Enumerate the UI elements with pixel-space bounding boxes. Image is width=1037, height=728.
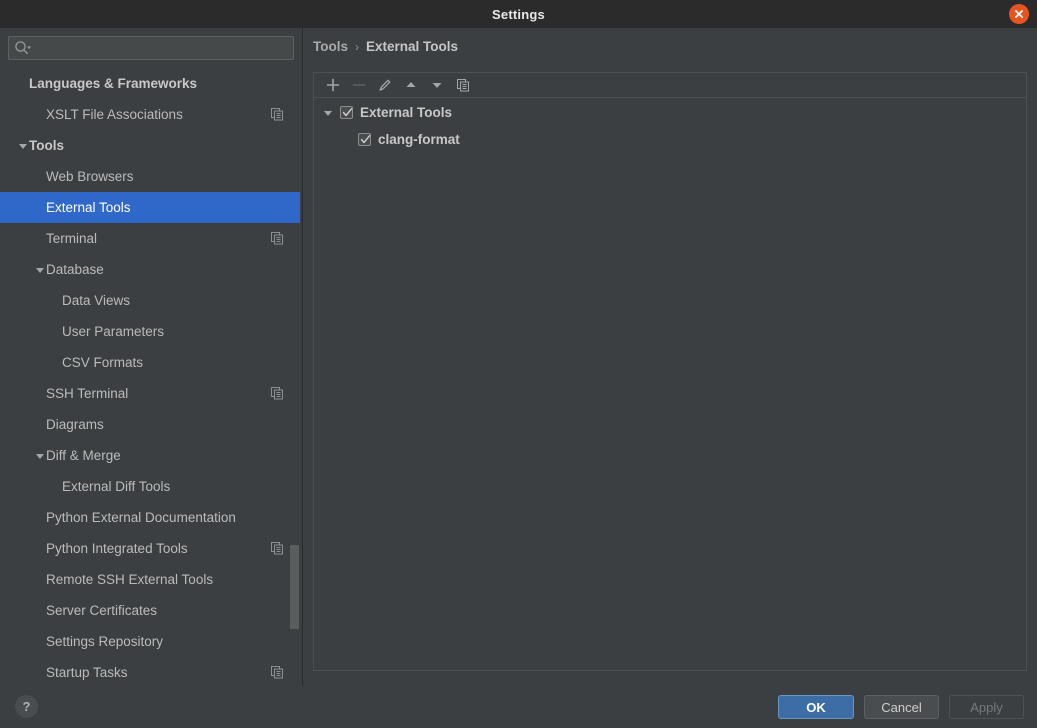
- sidebar-item-label: Server Certificates: [46, 603, 158, 618]
- edit-button[interactable]: [372, 74, 398, 96]
- tree-row[interactable]: clang-format: [314, 126, 1026, 153]
- tree-item-label: External Tools: [360, 105, 453, 120]
- sidebar-item-label: External Diff Tools: [62, 479, 171, 494]
- close-icon[interactable]: [1009, 4, 1029, 24]
- sidebar-item-label: Python Integrated Tools: [46, 541, 188, 556]
- copy-button[interactable]: [450, 74, 476, 96]
- apply-button: Apply: [949, 695, 1024, 719]
- sidebar-item-python-integrated-tools[interactable]: Python Integrated Tools: [0, 533, 300, 564]
- minus-icon: [352, 78, 366, 92]
- sidebar-item-external-diff-tools[interactable]: External Diff Tools: [0, 471, 300, 502]
- copy-icon: [271, 666, 284, 679]
- sidebar-item-label: Diagrams: [46, 417, 104, 432]
- copy-icon: [271, 108, 284, 121]
- sidebar-item-label: Database: [46, 262, 104, 277]
- sidebar-item-label: External Tools: [46, 200, 131, 215]
- dialog-body: Languages & Frameworks XSLT File Associat…: [0, 28, 1037, 686]
- breadcrumb-separator: ›: [355, 39, 359, 54]
- sidebar-item-label: XSLT File Associations: [46, 107, 183, 122]
- copy-icon: [271, 387, 284, 400]
- search-input[interactable]: [8, 36, 294, 60]
- sidebar-item-label: Tools: [29, 138, 64, 153]
- help-button[interactable]: ?: [15, 695, 38, 718]
- breadcrumb: Tools › External Tools: [313, 39, 458, 54]
- chevron-down-icon[interactable]: [34, 264, 46, 276]
- settings-category-tree[interactable]: Languages & Frameworks XSLT File Associat…: [0, 68, 302, 686]
- window-title: Settings: [492, 6, 545, 22]
- sidebar-item-tools[interactable]: Tools: [0, 130, 300, 161]
- sidebar-item-label: Diff & Merge: [46, 448, 121, 463]
- breadcrumb-parent[interactable]: Tools: [313, 39, 348, 54]
- tree-item-checkbox[interactable]: [340, 106, 353, 119]
- chevron-down-icon[interactable]: [322, 107, 334, 119]
- sidebar-item-external-tools[interactable]: External Tools: [0, 192, 300, 223]
- sidebar-item-ssh-terminal[interactable]: SSH Terminal: [0, 378, 300, 409]
- external-tools-toolbar: [314, 73, 1026, 98]
- sidebar-item-server-certificates[interactable]: Server Certificates: [0, 595, 300, 626]
- sidebar-item-data-views[interactable]: Data Views: [0, 285, 300, 316]
- sidebar-item-languages-frameworks[interactable]: Languages & Frameworks: [0, 68, 300, 99]
- external-tools-tree[interactable]: External Tools clang-format: [314, 99, 1026, 153]
- add-button[interactable]: [320, 74, 346, 96]
- chevron-down-icon[interactable]: [34, 450, 46, 462]
- copy-icon: [456, 78, 470, 92]
- sidebar-item-label: Remote SSH External Tools: [46, 572, 214, 587]
- sidebar-item-remote-ssh-external-tools[interactable]: Remote SSH External Tools: [0, 564, 300, 595]
- sidebar-item-diff-merge[interactable]: Diff & Merge: [0, 440, 300, 471]
- sidebar-item-startup-tasks[interactable]: Startup Tasks: [0, 657, 300, 686]
- chevron-down-icon[interactable]: [17, 140, 29, 152]
- sidebar-item-label: CSV Formats: [62, 355, 144, 370]
- sidebar-item-label: Python External Documentation: [46, 510, 236, 525]
- pencil-icon: [378, 78, 392, 92]
- tree-item-checkbox[interactable]: [358, 133, 371, 146]
- sidebar-item-settings-repository[interactable]: Settings Repository: [0, 626, 300, 657]
- cancel-button[interactable]: Cancel: [864, 695, 939, 719]
- copy-icon: [271, 232, 284, 245]
- search-field-wrapper: [8, 36, 294, 60]
- sidebar-item-user-parameters[interactable]: User Parameters: [0, 316, 300, 347]
- sidebar-item-label: Terminal: [46, 231, 98, 246]
- plus-icon: [326, 78, 340, 92]
- ok-button[interactable]: OK: [778, 695, 854, 719]
- sidebar-item-label: Web Browsers: [46, 169, 134, 184]
- move-up-button[interactable]: [398, 74, 424, 96]
- sidebar-item-csv-formats[interactable]: CSV Formats: [0, 347, 300, 378]
- copy-icon: [271, 542, 284, 555]
- tree-row[interactable]: External Tools: [314, 99, 1026, 126]
- remove-button: [346, 74, 372, 96]
- sidebar-item-terminal[interactable]: Terminal: [0, 223, 300, 254]
- move-down-button[interactable]: [424, 74, 450, 96]
- sidebar-item-web-browsers[interactable]: Web Browsers: [0, 161, 300, 192]
- tree-item-label: clang-format: [378, 132, 460, 147]
- sidebar-item-label: Languages & Frameworks: [29, 76, 198, 91]
- sidebar-item-label: Data Views: [62, 293, 131, 308]
- sidebar-item-diagrams[interactable]: Diagrams: [0, 409, 300, 440]
- title-bar: Settings: [0, 0, 1037, 28]
- settings-sidebar: Languages & Frameworks XSLT File Associat…: [0, 28, 303, 686]
- sidebar-item-label: Settings Repository: [46, 634, 164, 649]
- sidebar-item-label: User Parameters: [62, 324, 165, 339]
- external-tools-panel: External Tools clang-format: [313, 72, 1027, 671]
- arrow-down-icon: [430, 78, 444, 92]
- sidebar-scrollbar-thumb[interactable]: [290, 545, 299, 629]
- sidebar-item-database[interactable]: Database: [0, 254, 300, 285]
- sidebar-item-xslt-file-associations[interactable]: XSLT File Associations: [0, 99, 300, 130]
- breadcrumb-current: External Tools: [366, 39, 459, 54]
- sidebar-item-label: Startup Tasks: [46, 665, 128, 680]
- sidebar-item-python-external-documentation[interactable]: Python External Documentation: [0, 502, 300, 533]
- settings-main-panel: Tools › External Tools External Tools cla…: [303, 28, 1037, 686]
- sidebar-item-label: SSH Terminal: [46, 386, 129, 401]
- arrow-up-icon: [404, 78, 418, 92]
